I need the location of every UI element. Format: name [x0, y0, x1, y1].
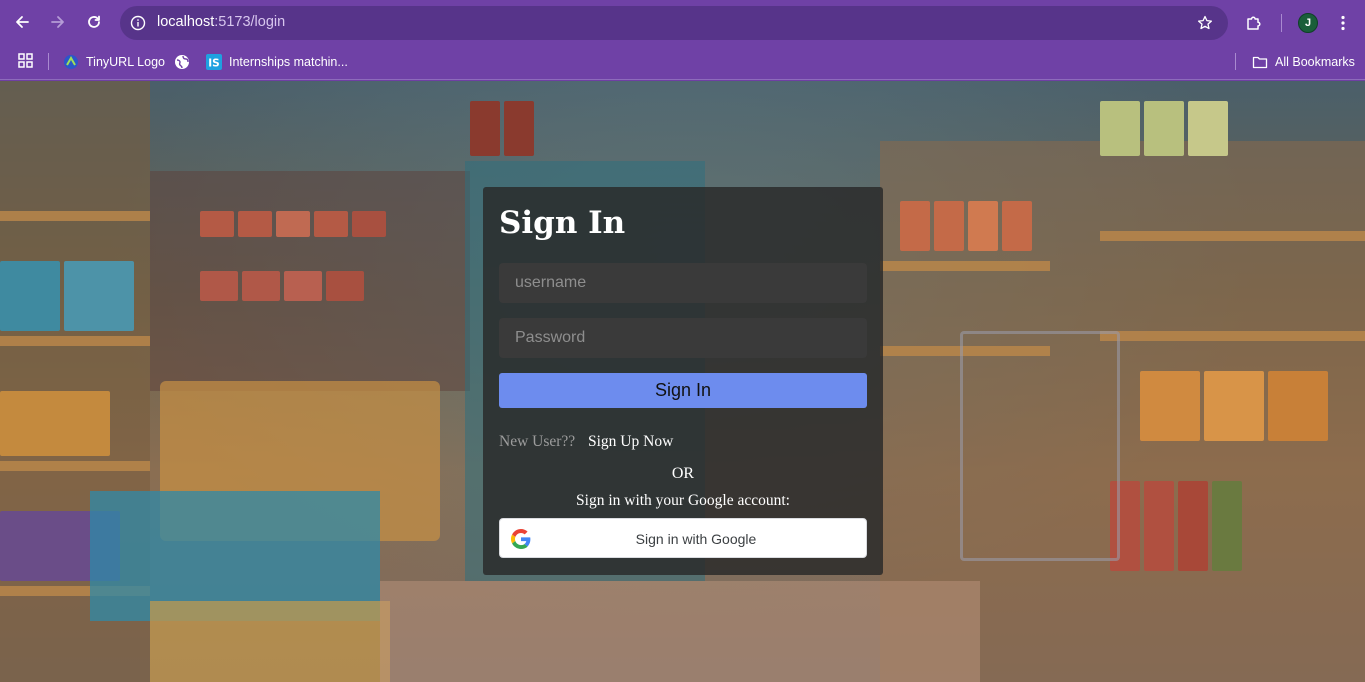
- address-bar[interactable]: localhost:5173/login: [120, 6, 1228, 40]
- bookmarks-bar: TinyURL Logo IS Internships matchin... A…: [0, 45, 1365, 80]
- kebab-menu-icon[interactable]: [1332, 10, 1354, 36]
- bookmark-internships[interactable]: IS Internships matchin...: [206, 51, 348, 73]
- google-button-label: Sign in with Google: [635, 531, 757, 547]
- new-user-text: New User??: [499, 433, 576, 450]
- bookmarks-divider: [48, 53, 49, 70]
- sign-up-link[interactable]: Sign Up Now: [588, 433, 673, 451]
- apps-grid-icon[interactable]: [17, 52, 35, 70]
- back-arrow-icon[interactable]: [8, 8, 36, 36]
- globe-icon: [174, 54, 190, 70]
- folder-icon: [1252, 54, 1268, 70]
- url-host: localhost: [157, 14, 215, 30]
- login-card: Sign In Sign In New User?? Sign Up Now O…: [483, 187, 883, 575]
- username-field[interactable]: [499, 263, 867, 303]
- page-title: Sign In: [499, 205, 626, 241]
- extensions-icon[interactable]: [1241, 10, 1267, 36]
- bookmark-globe[interactable]: [174, 51, 190, 73]
- password-field[interactable]: [499, 318, 867, 358]
- forward-arrow-icon[interactable]: [44, 8, 72, 36]
- bookmark-label: TinyURL Logo: [86, 55, 165, 69]
- internshala-favicon: IS: [206, 54, 222, 70]
- bookmark-label: Internships matchin...: [229, 55, 348, 69]
- google-prompt: Sign in with your Google account:: [576, 492, 790, 509]
- profile-avatar[interactable]: J: [1298, 13, 1318, 33]
- all-bookmarks-button[interactable]: All Bookmarks: [1252, 51, 1355, 73]
- or-divider: OR: [671, 465, 695, 482]
- tinyurl-favicon: [63, 54, 79, 70]
- bookmarks-divider: [1235, 53, 1236, 70]
- page-viewport: Sign In Sign In New User?? Sign Up Now O…: [0, 81, 1365, 682]
- svg-text:IS: IS: [208, 58, 219, 70]
- all-bookmarks-label: All Bookmarks: [1275, 55, 1355, 69]
- bookmark-tinyurl[interactable]: TinyURL Logo: [63, 51, 165, 73]
- reload-icon[interactable]: [80, 8, 108, 36]
- toolbar-divider: [1281, 14, 1282, 32]
- browser-toolbar: localhost:5173/login J: [0, 0, 1365, 45]
- site-info-icon[interactable]: [128, 13, 148, 33]
- bookmark-star-icon[interactable]: [1194, 12, 1216, 34]
- url-text[interactable]: localhost:5173/login: [157, 14, 285, 30]
- sign-in-button[interactable]: Sign In: [499, 373, 867, 408]
- url-path: :5173/login: [214, 14, 286, 30]
- google-sign-in-button[interactable]: Sign in with Google: [499, 518, 867, 558]
